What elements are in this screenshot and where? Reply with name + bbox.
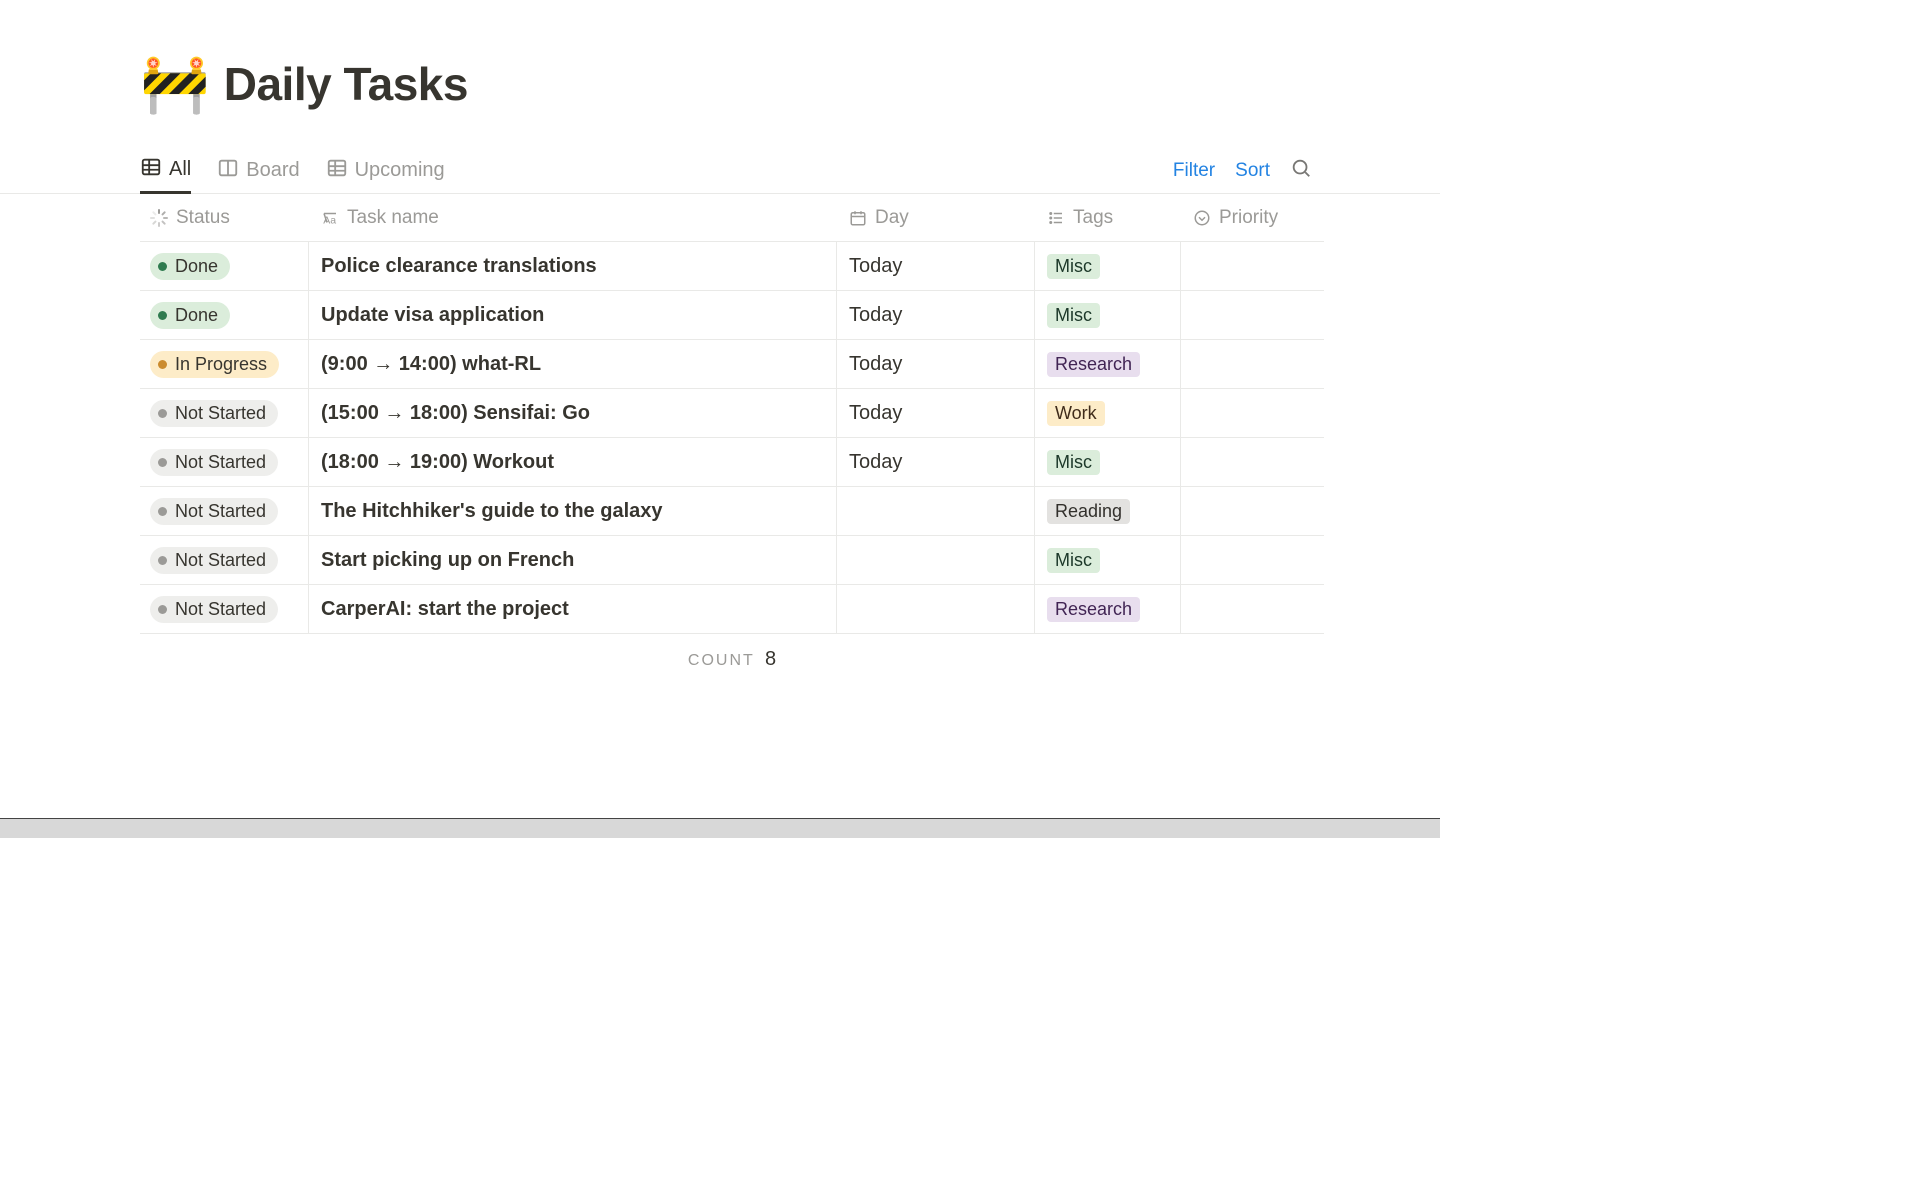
search-icon[interactable] (1290, 157, 1312, 184)
task-name[interactable]: Police clearance translations (321, 255, 597, 278)
status-pill[interactable]: Done (150, 302, 230, 329)
tag-pill[interactable]: Reading (1047, 499, 1130, 524)
priority-cell[interactable] (1180, 389, 1324, 437)
view-tab-label: Board (246, 159, 299, 182)
count-label: COUNT (688, 652, 755, 669)
status-dot-icon (158, 605, 167, 614)
status-label: Done (175, 256, 218, 277)
tag-pill[interactable]: Misc (1047, 450, 1100, 475)
task-name[interactable]: Start picking up on French (321, 549, 574, 572)
tasks-table: Status Aa Task name Day Tags Priority Do… (140, 194, 1324, 634)
view-tab-upcoming[interactable]: Upcoming (326, 148, 445, 193)
view-tab-board[interactable]: Board (217, 148, 299, 193)
column-header-status-label: Status (176, 207, 230, 229)
table-row[interactable]: In Progress (9:00 → 14:00) what-RL Today Re… (140, 340, 1324, 389)
status-dot-icon (158, 507, 167, 516)
table-icon (326, 157, 348, 185)
status-label: In Progress (175, 354, 267, 375)
status-label: Not Started (175, 599, 266, 620)
tag-pill[interactable]: Research (1047, 597, 1140, 622)
column-header-status[interactable]: Status (140, 207, 308, 229)
status-label: Not Started (175, 550, 266, 571)
tag-pill[interactable]: Misc (1047, 548, 1100, 573)
task-name[interactable]: (18:00 → 19:00) Workout (321, 451, 554, 474)
svg-text:Aa: Aa (323, 214, 336, 226)
table-footer-count: COUNT 8 (140, 634, 1324, 671)
table-row[interactable]: Not Started CarperAI: start the project Re… (140, 585, 1324, 634)
page-title[interactable]: Daily Tasks (224, 57, 468, 111)
status-pill[interactable]: Done (150, 253, 230, 280)
view-tab-all[interactable]: All (140, 149, 191, 194)
status-label: Done (175, 305, 218, 326)
status-icon (150, 209, 168, 227)
table-icon (140, 156, 162, 184)
status-label: Not Started (175, 403, 266, 424)
task-name[interactable]: Update visa application (321, 304, 544, 327)
tag-pill[interactable]: Misc (1047, 254, 1100, 279)
column-header-task[interactable]: Aa Task name (308, 194, 836, 241)
column-header-tags-label: Tags (1073, 207, 1113, 229)
table-row[interactable]: Not Started Start picking up on French Mis… (140, 536, 1324, 585)
sort-button[interactable]: Sort (1235, 160, 1270, 182)
status-pill[interactable]: Not Started (150, 498, 278, 525)
priority-cell[interactable] (1180, 242, 1324, 290)
select-icon (1193, 209, 1211, 227)
view-tab-label: Upcoming (355, 159, 445, 182)
table-row[interactable]: Done Police clearance translations Today Mi… (140, 242, 1324, 291)
column-header-day-label: Day (875, 207, 909, 229)
priority-cell[interactable] (1180, 585, 1324, 633)
priority-cell[interactable] (1180, 340, 1324, 388)
column-header-task-label: Task name (347, 207, 439, 229)
day-value[interactable]: Today (849, 304, 902, 327)
column-header-day[interactable]: Day (836, 194, 1034, 241)
priority-cell[interactable] (1180, 438, 1324, 486)
tag-pill[interactable]: Misc (1047, 303, 1100, 328)
status-label: Not Started (175, 501, 266, 522)
tag-pill[interactable]: Research (1047, 352, 1140, 377)
task-name[interactable]: (15:00 → 18:00) Sensifai: Go (321, 402, 590, 425)
status-dot-icon (158, 556, 167, 565)
table-row[interactable]: Done Update visa application Today Misc (140, 291, 1324, 340)
day-value[interactable]: Today (849, 451, 902, 474)
status-pill[interactable]: Not Started (150, 596, 278, 623)
table-row[interactable]: Not Started The Hitchhiker's guide to the… (140, 487, 1324, 536)
table-header-row: Status Aa Task name Day Tags Priority (140, 194, 1324, 242)
status-dot-icon (158, 262, 167, 271)
status-pill[interactable]: In Progress (150, 351, 279, 378)
count-value: 8 (765, 648, 776, 670)
status-dot-icon (158, 311, 167, 320)
status-pill[interactable]: Not Started (150, 547, 278, 574)
text-icon: Aa (321, 209, 339, 227)
status-pill[interactable]: Not Started (150, 449, 278, 476)
column-header-priority-label: Priority (1219, 207, 1278, 229)
task-name[interactable]: The Hitchhiker's guide to the galaxy (321, 500, 663, 523)
filter-button[interactable]: Filter (1173, 160, 1215, 182)
status-label: Not Started (175, 452, 266, 473)
board-icon (217, 157, 239, 185)
column-header-tags[interactable]: Tags (1034, 194, 1180, 241)
window-bottom-chrome (0, 818, 1440, 838)
day-value[interactable]: Today (849, 255, 902, 278)
status-dot-icon (158, 409, 167, 418)
status-dot-icon (158, 458, 167, 467)
priority-cell[interactable] (1180, 291, 1324, 339)
tag-pill[interactable]: Work (1047, 401, 1105, 426)
table-row[interactable]: Not Started (18:00 → 19:00) Workout Today M… (140, 438, 1324, 487)
day-value[interactable]: Today (849, 353, 902, 376)
task-name[interactable]: CarperAI: start the project (321, 598, 569, 621)
page-icon[interactable]: 🚧 (140, 56, 210, 112)
column-header-priority[interactable]: Priority (1180, 194, 1324, 241)
status-pill[interactable]: Not Started (150, 400, 278, 427)
list-icon (1047, 209, 1065, 227)
view-tab-label: All (169, 158, 191, 181)
day-value[interactable]: Today (849, 402, 902, 425)
table-row[interactable]: Not Started (15:00 → 18:00) Sensifai: Go T… (140, 389, 1324, 438)
priority-cell[interactable] (1180, 487, 1324, 535)
calendar-icon (849, 209, 867, 227)
views-bar: All Board Upcoming Filter Sort (0, 148, 1440, 194)
priority-cell[interactable] (1180, 536, 1324, 584)
status-dot-icon (158, 360, 167, 369)
task-name[interactable]: (9:00 → 14:00) what-RL (321, 353, 541, 376)
